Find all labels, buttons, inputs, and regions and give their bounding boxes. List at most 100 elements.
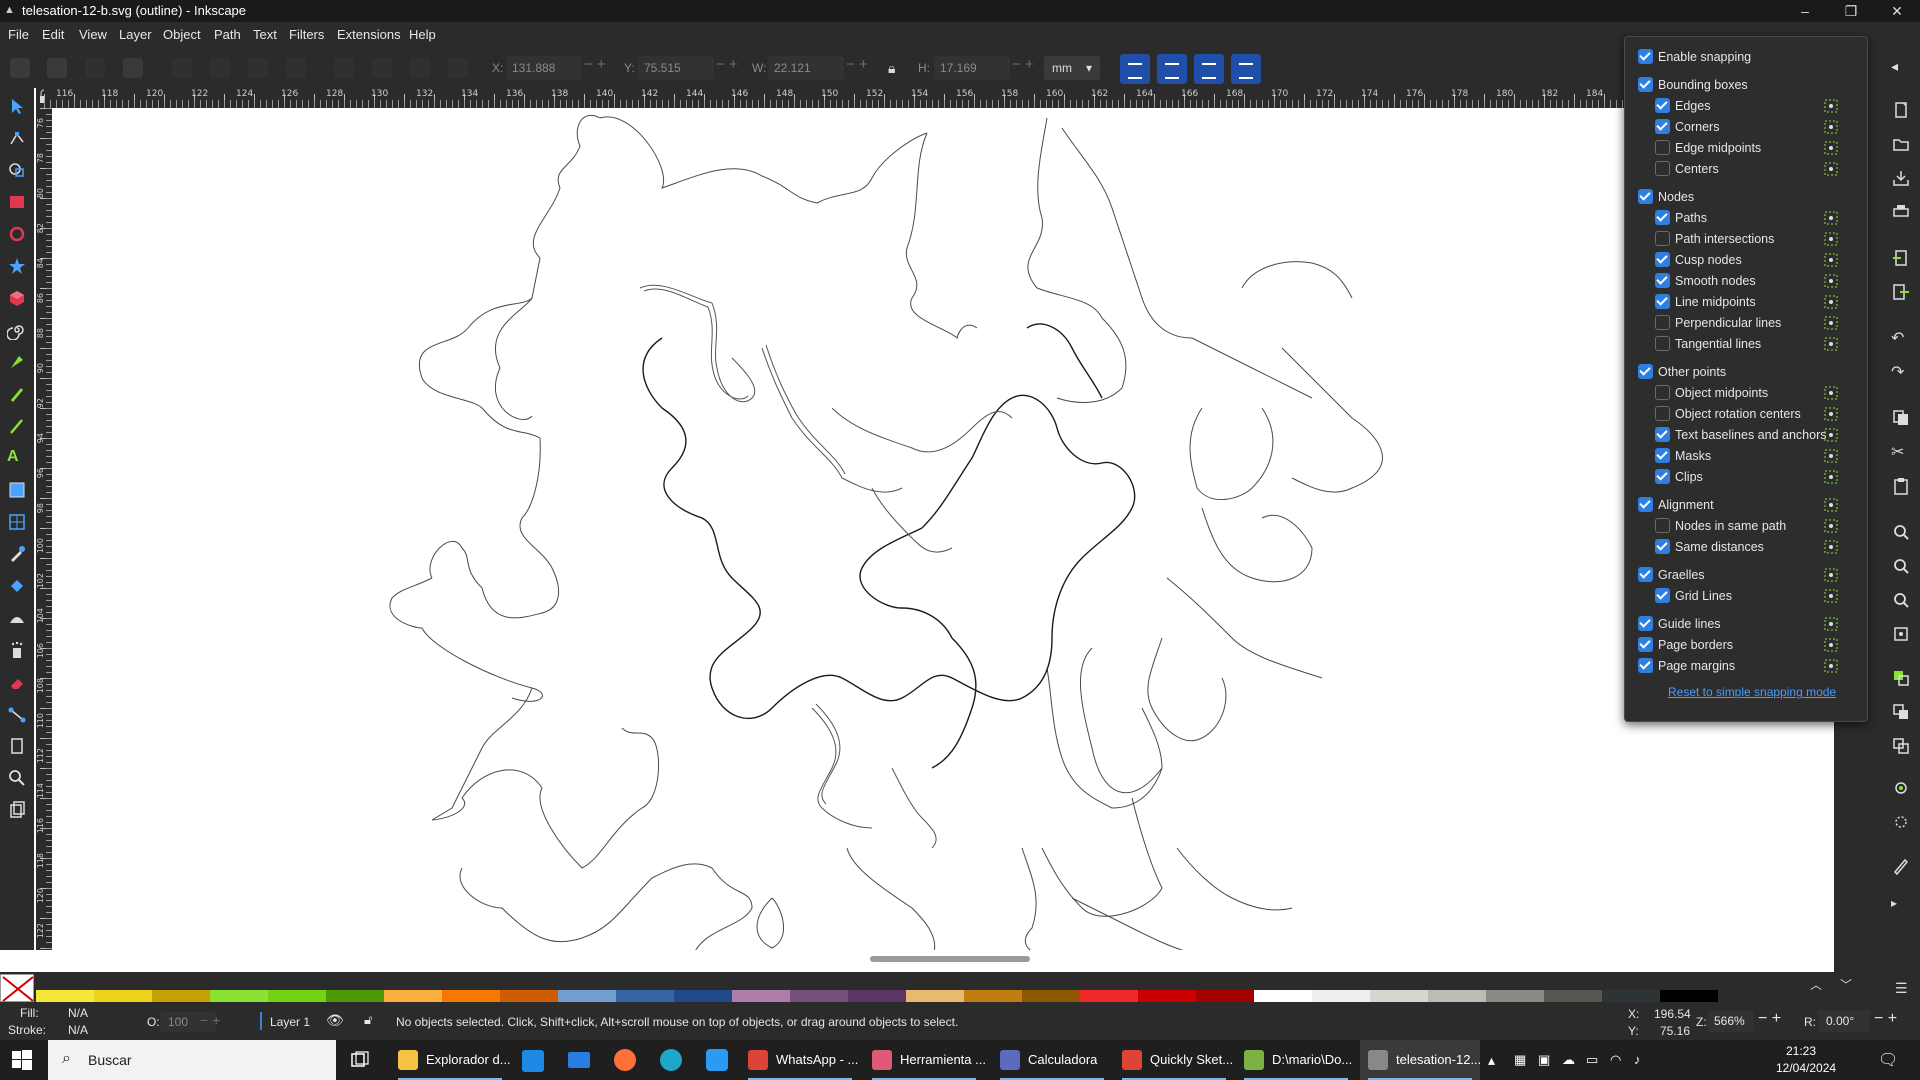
- lower-to-bottom-icon[interactable]: [448, 58, 468, 78]
- zoom-selection-icon[interactable]: [1891, 522, 1911, 542]
- palette-swatch[interactable]: [1196, 990, 1254, 1002]
- palette-swatch[interactable]: [1138, 990, 1196, 1002]
- snap-option-perpendicular-lines[interactable]: Perpendicular lines: [1625, 313, 1865, 333]
- snap-checkbox[interactable]: [1638, 658, 1653, 673]
- xml-editor-icon[interactable]: [1891, 856, 1911, 876]
- tray-onedrive-icon[interactable]: ☁: [1562, 1052, 1575, 1068]
- h-field[interactable]: 17.169: [934, 56, 1010, 80]
- palette-swatch[interactable]: [268, 990, 326, 1002]
- snap-option-guide-lines[interactable]: Guide lines: [1625, 614, 1865, 634]
- snap-checkbox[interactable]: [1655, 427, 1670, 442]
- palette-swatch[interactable]: [1312, 990, 1370, 1002]
- palette-swatch[interactable]: [1022, 990, 1080, 1002]
- gradient-tool-icon[interactable]: [7, 480, 27, 500]
- lock-icon[interactable]: 🔒︎: [888, 60, 895, 77]
- zoom-center-page-icon[interactable]: [1891, 624, 1911, 644]
- zoom-tool-icon[interactable]: [7, 768, 27, 788]
- snap-checkbox[interactable]: [1655, 315, 1670, 330]
- canvas[interactable]: [52, 108, 1833, 950]
- rotation-field[interactable]: 0.00°: [1818, 1010, 1870, 1032]
- deselect-icon[interactable]: [85, 58, 105, 78]
- collapse-panel-icon[interactable]: ◂: [1891, 58, 1911, 78]
- new-document-icon[interactable]: [1891, 100, 1911, 120]
- snap-option-page-margins[interactable]: Page margins: [1625, 656, 1865, 676]
- layer-visibility-icon[interactable]: 👁︎: [326, 1012, 344, 1029]
- paint-bucket-tool-icon[interactable]: [7, 576, 27, 596]
- rotate-ccw-icon[interactable]: [172, 58, 192, 78]
- menu-view[interactable]: View: [79, 27, 107, 42]
- reset-simple-snapping-link[interactable]: Reset to simple snapping mode: [1668, 685, 1836, 699]
- snap-option-grid-lines[interactable]: Grid Lines: [1625, 586, 1865, 606]
- snap-option-text-baselines-and-anchors[interactable]: Text baselines and anchors: [1625, 425, 1865, 445]
- layer-lock-icon[interactable]: 🔓︎: [364, 1012, 372, 1028]
- rotation-stepper-icon[interactable]: − +: [1874, 1010, 1897, 1028]
- flip-vertical-icon[interactable]: [286, 58, 306, 78]
- snap-option-corners[interactable]: Corners: [1625, 117, 1865, 137]
- print-icon[interactable]: [1891, 202, 1911, 222]
- snap-checkbox[interactable]: [1655, 406, 1670, 421]
- import-icon[interactable]: [1891, 248, 1911, 268]
- windows-start-icon[interactable]: [12, 1050, 32, 1070]
- tray-network-icon[interactable]: ▣: [1538, 1052, 1550, 1068]
- snap-option-edges[interactable]: Edges: [1625, 96, 1865, 116]
- snap-checkbox[interactable]: [1655, 252, 1670, 267]
- x-field[interactable]: 131.888: [506, 56, 582, 80]
- spray-tool-icon[interactable]: [7, 640, 27, 660]
- clock-time[interactable]: 21:23: [1786, 1044, 1816, 1058]
- fill-value[interactable]: N/A: [68, 1006, 88, 1020]
- snap-checkbox[interactable]: [1655, 140, 1670, 155]
- taskbar-app[interactable]: Herramienta ...: [864, 1040, 986, 1080]
- snap-option-edge-midpoints[interactable]: Edge midpoints: [1625, 138, 1865, 158]
- snap-checkbox[interactable]: [1655, 518, 1670, 533]
- calligraphy-tool-icon[interactable]: [7, 416, 27, 436]
- snap-option-graelles[interactable]: Graelles: [1625, 565, 1865, 585]
- snap-checkbox[interactable]: [1638, 49, 1653, 64]
- snap-checkbox[interactable]: [1655, 539, 1670, 554]
- palette-swatch[interactable]: [210, 990, 268, 1002]
- menu-layer[interactable]: Layer: [119, 27, 152, 42]
- eraser-tool-icon[interactable]: [7, 672, 27, 692]
- snap-option-bounding-boxes[interactable]: Bounding boxes: [1625, 75, 1865, 95]
- menu-file[interactable]: File: [8, 27, 29, 42]
- tweak-tool-icon[interactable]: [7, 608, 27, 628]
- node-tool-icon[interactable]: [7, 128, 27, 148]
- snap-option-paths[interactable]: Paths: [1625, 208, 1865, 228]
- w-field[interactable]: 22.121: [768, 56, 844, 80]
- palette-swatch[interactable]: [442, 990, 500, 1002]
- rectangle-tool-icon[interactable]: [7, 192, 27, 212]
- duplicate-icon[interactable]: [1891, 668, 1911, 688]
- pencil-tool-icon[interactable]: [7, 384, 27, 404]
- ungroup-icon[interactable]: [1891, 812, 1911, 832]
- h-stepper-icon[interactable]: − +: [1012, 56, 1034, 73]
- palette-swatch[interactable]: [94, 990, 152, 1002]
- snap-option-clips[interactable]: Clips: [1625, 467, 1865, 487]
- snap-option-line-midpoints[interactable]: Line midpoints: [1625, 292, 1865, 312]
- zoom-field[interactable]: 566%: [1708, 1010, 1754, 1032]
- snap-option-path-intersections[interactable]: Path intersections: [1625, 229, 1865, 249]
- taskbar-app[interactable]: telesation-12...: [1360, 1040, 1481, 1080]
- save-icon[interactable]: [1891, 168, 1911, 188]
- paste-icon[interactable]: [1891, 476, 1911, 496]
- snap-option-page-borders[interactable]: Page borders: [1625, 635, 1865, 655]
- palette-swatch[interactable]: [1428, 990, 1486, 1002]
- no-paint-swatch[interactable]: [0, 974, 34, 1002]
- palette-swatch[interactable]: [152, 990, 210, 1002]
- snap-option-masks[interactable]: Masks: [1625, 446, 1865, 466]
- menu-filters[interactable]: Filters: [289, 27, 324, 42]
- snap-checkbox[interactable]: [1638, 364, 1653, 379]
- snap-checkbox[interactable]: [1638, 616, 1653, 631]
- snap-option-other-points[interactable]: Other points: [1625, 362, 1865, 382]
- snap-option-nodes[interactable]: Nodes: [1625, 187, 1865, 207]
- pages-tool-icon[interactable]: [7, 800, 27, 820]
- snap-checkbox[interactable]: [1655, 294, 1670, 309]
- palette-swatch[interactable]: [558, 990, 616, 1002]
- taskbar-app[interactable]: D:\mario\Do...: [1236, 1040, 1356, 1080]
- taskbar-app[interactable]: WhatsApp - ...: [740, 1040, 860, 1080]
- opacity-stepper-icon[interactable]: − +: [200, 1012, 220, 1028]
- expand-more-icon[interactable]: ▸: [1891, 896, 1911, 916]
- snap-option-cusp-nodes[interactable]: Cusp nodes: [1625, 250, 1865, 270]
- pen-tool-icon[interactable]: [7, 352, 27, 372]
- current-layer[interactable]: Layer 1: [270, 1015, 310, 1029]
- lower-icon[interactable]: [410, 58, 430, 78]
- rotate-cw-icon[interactable]: [210, 58, 230, 78]
